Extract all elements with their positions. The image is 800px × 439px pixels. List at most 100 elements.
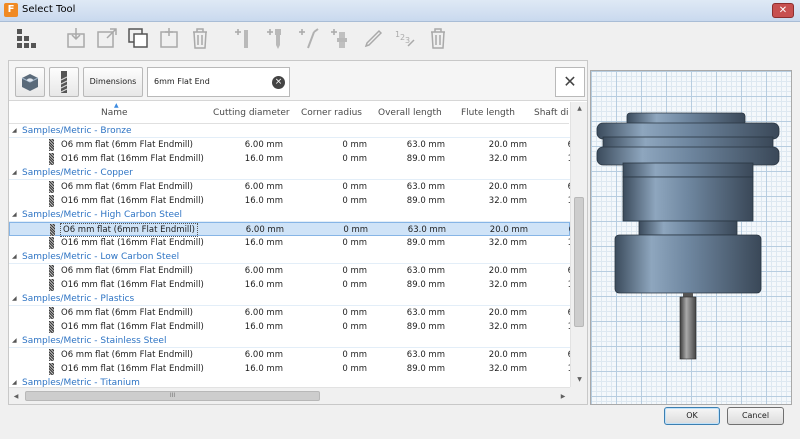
table-row[interactable]: O16 mm flat (16mm Flat Endmill) 16.0 mm 0 … <box>9 194 570 208</box>
table-row[interactable]: O16 mm flat (16mm Flat Endmill) 16.0 mm 0 … <box>9 152 570 166</box>
table-row[interactable]: O6 mm flat (6mm Flat Endmill) 6.00 mm 0 mm… <box>9 264 570 278</box>
tree-view-icon[interactable] <box>14 26 38 50</box>
new-drill-icon[interactable] <box>266 26 290 50</box>
scroll-right-icon[interactable]: ▶ <box>556 388 570 405</box>
table-row[interactable]: O6 mm flat (6mm Flat Endmill) 6.00 mm 0 mm… <box>9 222 570 237</box>
holder-filter-button[interactable] <box>15 67 45 97</box>
scroll-left-icon[interactable]: ◀ <box>9 388 23 405</box>
expand-toggle-icon[interactable]: ◢ <box>12 124 17 138</box>
endmill-icon <box>49 181 54 193</box>
table-row[interactable]: O16 mm flat (16mm Flat Endmill) 16.0 mm 0 … <box>9 236 570 250</box>
cell-overall: 89.0 mm <box>406 238 445 248</box>
column-name[interactable]: Name <box>101 108 128 118</box>
tool-list-pane: Dimensions 6mm Flat End × ✕ ▲ Name Cutti… <box>8 60 588 405</box>
search-input[interactable]: 6mm Flat End × <box>147 67 290 97</box>
cell-overall: 63.0 mm <box>406 350 445 360</box>
tool-name: O16 mm flat (16mm Flat Endmill) <box>61 280 204 290</box>
holder-icon <box>21 74 39 91</box>
cell-corner: 0 mm <box>342 364 367 374</box>
cell-flute: 20.0 mm <box>488 308 527 318</box>
new-turning-icon[interactable] <box>298 26 322 50</box>
cell-corner: 0 mm <box>342 182 367 192</box>
cell-flute: 32.0 mm <box>488 364 527 374</box>
column-corner-radius[interactable]: Corner radius <box>301 108 362 118</box>
cell-overall: 63.0 mm <box>406 140 445 150</box>
tool-name: O16 mm flat (16mm Flat Endmill) <box>61 364 204 374</box>
export-icon[interactable] <box>95 26 119 50</box>
cell-flute: 20.0 mm <box>488 350 527 360</box>
new-mill-icon[interactable] <box>234 26 258 50</box>
tool-3d-model <box>596 112 780 360</box>
table-row[interactable]: O6 mm flat (6mm Flat Endmill) 6.00 mm 0 mm… <box>9 138 570 152</box>
endmill-icon <box>49 307 54 319</box>
cell-overall: 89.0 mm <box>406 322 445 332</box>
cell-flute: 32.0 mm <box>488 196 527 206</box>
expand-toggle-icon[interactable]: ◢ <box>12 376 17 387</box>
copy-icon[interactable] <box>126 26 150 50</box>
column-overall-length[interactable]: Overall length <box>378 108 442 118</box>
renumber-icon[interactable]: 123 <box>394 26 418 50</box>
tool-rows: ◢ Samples/Metric - Bronze O6 mm flat (6mm … <box>9 124 570 387</box>
cell-flute: 20.0 mm <box>488 182 527 192</box>
table-row[interactable]: O6 mm flat (6mm Flat Endmill) 6.00 mm 0 mm… <box>9 348 570 362</box>
table-row[interactable]: O16 mm flat (16mm Flat Endmill) 16.0 mm 0 … <box>9 362 570 376</box>
group-header[interactable]: ◢ Samples/Metric - Low Carbon Steel <box>9 250 570 264</box>
column-shaft-diameter[interactable]: Shaft di <box>534 108 569 118</box>
group-header[interactable]: ◢ Samples/Metric - Copper <box>9 166 570 180</box>
window-close-button[interactable]: ✕ <box>772 3 794 18</box>
cell-flute: 32.0 mm <box>488 322 527 332</box>
tool-type-filter-button[interactable] <box>49 67 79 97</box>
endmill-icon <box>49 265 54 277</box>
column-cutting-diameter[interactable]: Cutting diameter <box>213 108 290 118</box>
endmill-icon <box>49 237 54 249</box>
endmill-icon <box>49 195 54 207</box>
group-header[interactable]: ◢ Samples/Metric - Titanium <box>9 376 570 387</box>
horizontal-scroll-thumb[interactable]: III <box>25 391 320 401</box>
expand-toggle-icon[interactable]: ◢ <box>12 334 17 348</box>
group-header[interactable]: ◢ Samples/Metric - Bronze <box>9 124 570 138</box>
scroll-up-icon[interactable]: ▲ <box>571 102 588 116</box>
close-filter-button[interactable]: ✕ <box>555 67 585 97</box>
cell-overall: 89.0 mm <box>406 154 445 164</box>
new-holder-icon[interactable] <box>330 26 354 50</box>
vertical-scroll-thumb[interactable] <box>574 197 584 327</box>
column-flute-length[interactable]: Flute length <box>461 108 515 118</box>
table-row[interactable]: O6 mm flat (6mm Flat Endmill) 6.00 mm 0 mm… <box>9 306 570 320</box>
cell-corner: 0 mm <box>342 266 367 276</box>
expand-toggle-icon[interactable]: ◢ <box>12 166 17 180</box>
vertical-scrollbar[interactable]: ▲ ▼ <box>570 102 587 387</box>
dimensions-button[interactable]: Dimensions <box>83 67 143 97</box>
expand-toggle-icon[interactable]: ◢ <box>12 250 17 264</box>
endmill-icon <box>49 139 54 151</box>
expand-toggle-icon[interactable]: ◢ <box>12 292 17 306</box>
group-label: Samples/Metric - Stainless Steel <box>22 336 167 346</box>
cell-corner: 0 mm <box>342 196 367 206</box>
tool-name: O6 mm flat (6mm Flat Endmill) <box>61 182 193 192</box>
table-row[interactable]: O16 mm flat (16mm Flat Endmill) 16.0 mm 0 … <box>9 320 570 334</box>
paste-icon[interactable] <box>157 26 181 50</box>
table-row[interactable]: O16 mm flat (16mm Flat Endmill) 16.0 mm 0 … <box>9 278 570 292</box>
cell-cutting: 16.0 mm <box>244 322 283 332</box>
cell-corner: 0 mm <box>342 280 367 290</box>
title-bar: F Select Tool ✕ <box>0 0 800 22</box>
group-header[interactable]: ◢ Samples/Metric - Stainless Steel <box>9 334 570 348</box>
import-icon[interactable] <box>64 26 88 50</box>
filter-bar: Dimensions 6mm Flat End × ✕ <box>9 61 587 101</box>
delete-icon[interactable] <box>188 26 212 50</box>
edit-icon[interactable] <box>362 26 386 50</box>
delete-tool-icon[interactable] <box>426 26 450 50</box>
scroll-down-icon[interactable]: ▼ <box>571 373 588 387</box>
table-row[interactable]: O6 mm flat (6mm Flat Endmill) 6.00 mm 0 mm… <box>9 180 570 194</box>
cancel-button[interactable]: Cancel <box>727 407 784 425</box>
group-header[interactable]: ◢ Samples/Metric - Plastics <box>9 292 570 306</box>
tool-preview[interactable] <box>590 70 792 405</box>
expand-toggle-icon[interactable]: ◢ <box>12 208 17 222</box>
ok-button[interactable]: OK <box>664 407 720 425</box>
cell-corner: 0 mm <box>343 225 368 235</box>
group-header[interactable]: ◢ Samples/Metric - High Carbon Steel <box>9 208 570 222</box>
clear-search-icon[interactable]: × <box>272 76 285 89</box>
cell-corner: 0 mm <box>342 238 367 248</box>
cell-cutting: 16.0 mm <box>244 280 283 290</box>
tool-name: O16 mm flat (16mm Flat Endmill) <box>61 154 204 164</box>
horizontal-scrollbar[interactable]: ◀ III ▶ <box>9 387 570 404</box>
